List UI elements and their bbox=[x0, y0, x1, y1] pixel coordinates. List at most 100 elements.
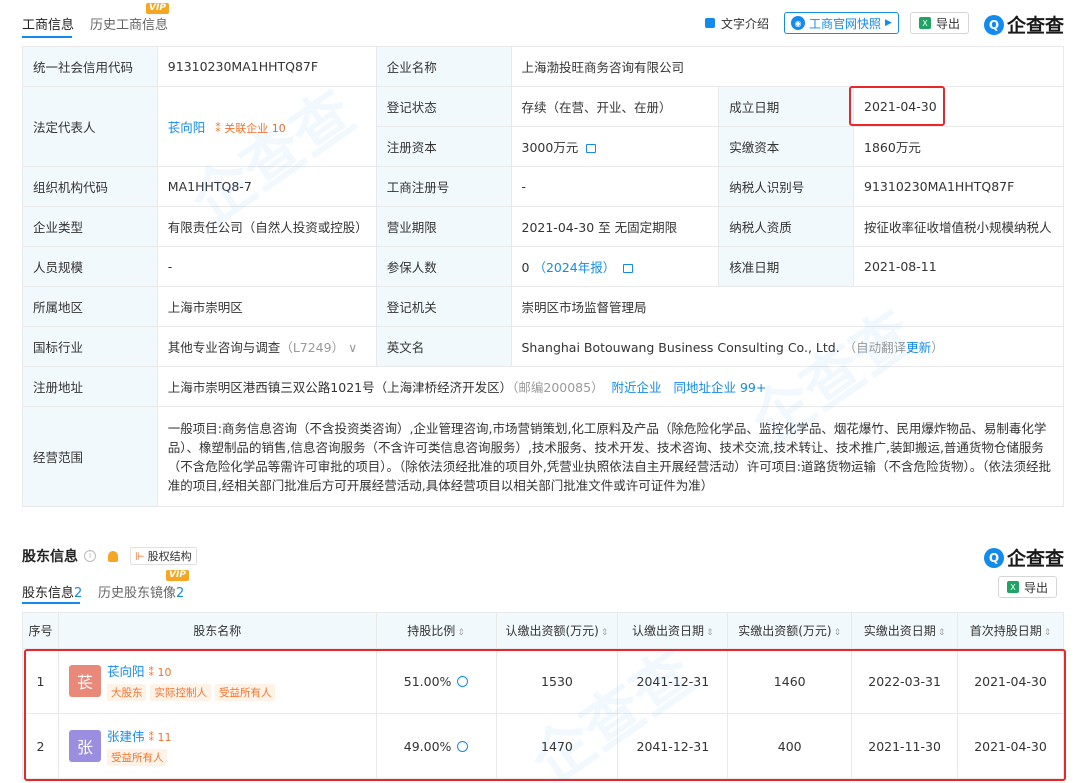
tab-business-info[interactable]: 工商信息 bbox=[22, 14, 74, 33]
sort-icon: ⇕ bbox=[833, 628, 842, 638]
shareholders-title: 股东信息 bbox=[22, 549, 78, 565]
insured-cell: 0 （2024年报） bbox=[510, 246, 720, 287]
sort-icon: ⇕ bbox=[457, 628, 465, 638]
text-intro-button[interactable]: 文字介绍 bbox=[705, 12, 769, 34]
col-subscribed-label: 认缴出资额(万元) bbox=[505, 624, 599, 638]
col-first-date-label: 首次持股日期 bbox=[969, 624, 1042, 638]
tab-history-business-info[interactable]: 历史工商信息 bbox=[90, 14, 168, 33]
reg-authority-label: 登记机关 bbox=[375, 286, 512, 327]
text-intro-label: 文字介绍 bbox=[721, 16, 770, 31]
table-header-row: 序号 股东名称 持股比例 ⇕ 认缴出资额(万元) ⇕ 认缴出资日期 ⇕ 实缴出资额(万… bbox=[22, 612, 1064, 649]
reg-authority-value: 崇明区市场监督管理局 bbox=[510, 286, 1064, 327]
col-paid-date-label: 实缴出资日期 bbox=[863, 624, 936, 638]
english-name-value: Shanghai Botouwang Business Consulting C… bbox=[521, 340, 840, 355]
info-icon[interactable]: i bbox=[84, 550, 96, 562]
export-button[interactable]: X 导出 bbox=[910, 12, 970, 34]
industry-cell[interactable]: 其他专业咨询与调查（L7249） ∨ bbox=[156, 326, 377, 367]
insured-value: 0 bbox=[521, 260, 530, 275]
qcc-logo-icon: Q bbox=[984, 547, 1004, 568]
related-icon: ⁑ bbox=[215, 122, 225, 135]
tab-shareholders-count: 2 bbox=[74, 586, 83, 601]
chevron-right-icon: ▶ bbox=[885, 18, 892, 28]
official-snapshot-button[interactable]: ◉ 工商官网快照 ▶ bbox=[784, 12, 899, 34]
biz-reg-no-value: - bbox=[510, 166, 720, 207]
excel-icon: X bbox=[919, 17, 931, 29]
tab-history-shareholders[interactable]: 历史股东镜像2 bbox=[98, 582, 184, 601]
qcc-logo-text: 企查查 bbox=[1007, 548, 1065, 570]
official-snapshot-label: 工商官网快照 bbox=[809, 16, 882, 31]
equity-structure-label: 股权结构 bbox=[147, 550, 192, 563]
legal-rep-link[interactable]: 苌向阳 bbox=[168, 120, 206, 135]
english-name-note: （自动翻译 bbox=[843, 340, 907, 355]
active-subtab-indicator bbox=[22, 602, 80, 604]
taxpayer-id-label: 纳税人识别号 bbox=[718, 166, 855, 207]
nearby-companies-link[interactable]: 附近企业 bbox=[612, 380, 662, 395]
col-subscribed-date-label: 认缴出资日期 bbox=[632, 624, 705, 638]
sort-icon: ⇕ bbox=[1043, 628, 1052, 638]
chart-icon[interactable] bbox=[586, 144, 597, 153]
sort-icon: ⇕ bbox=[937, 628, 946, 638]
qcc-logo: Q 企查查 bbox=[984, 11, 1064, 38]
credit-code-value: 91310230MA1HHTQ87F bbox=[156, 46, 377, 87]
reg-capital-cell: 3000万元 bbox=[510, 126, 720, 167]
col-name: 股东名称 bbox=[57, 612, 377, 649]
tab-history-count: 2 bbox=[176, 586, 185, 601]
top-bar: 工商信息 历史工商信息 VIP 文字介绍 ◉ 工商官网快照 ▶ X 导出 Q 企… bbox=[0, 0, 1080, 40]
document-icon bbox=[705, 18, 715, 28]
shareholders-section-title: 股东信息 i ⊩ 股权结构 bbox=[22, 546, 197, 566]
legal-rep-cell: 苌向阳 ⁑ 关联企业 10 bbox=[156, 86, 377, 167]
taxpayer-id-value: 91310230MA1HHTQ87F bbox=[853, 166, 1064, 207]
approval-date-label: 核准日期 bbox=[718, 246, 855, 287]
found-date-label: 成立日期 bbox=[718, 86, 855, 127]
biz-term-value: 2021-04-30 至 无固定期限 bbox=[510, 206, 720, 247]
excel-icon: X bbox=[1007, 581, 1019, 593]
equity-structure-button[interactable]: ⊩ 股权结构 bbox=[130, 547, 197, 565]
col-paid-date[interactable]: 实缴出资日期 ⇕ bbox=[851, 612, 959, 649]
insured-year-link[interactable]: （2024年报） bbox=[533, 260, 615, 275]
chart-icon[interactable] bbox=[623, 264, 634, 273]
taxpayer-qual-label: 纳税人资质 bbox=[718, 206, 855, 247]
paid-capital-value: 1860万元 bbox=[853, 126, 1064, 167]
col-subscribed-date[interactable]: 认缴出资日期 ⇕ bbox=[617, 612, 729, 649]
address-cell: 上海市崇明区港西镇三双公路1021号（上海津桥经济开发区）（邮编200085） … bbox=[156, 366, 1065, 407]
highlight-found-date bbox=[849, 86, 945, 126]
bell-icon[interactable] bbox=[108, 550, 118, 562]
related-companies-link[interactable]: ⁑ 关联企业 10 bbox=[215, 122, 286, 135]
company-name-value: 上海渤投旺商务咨询有限公司 bbox=[510, 46, 1064, 87]
industry-label: 国标行业 bbox=[22, 326, 158, 367]
col-subscribed[interactable]: 认缴出资额(万元) ⇕ bbox=[495, 612, 619, 649]
reg-capital-value: 3000万元 bbox=[521, 140, 579, 155]
tab-shareholders[interactable]: 股东信息2 bbox=[22, 582, 82, 601]
industry-code: （L7249） bbox=[280, 340, 345, 355]
col-first-date[interactable]: 首次持股日期 ⇕ bbox=[957, 612, 1064, 649]
region-label: 所属地区 bbox=[22, 286, 158, 327]
approval-date-value: 2021-08-11 bbox=[853, 246, 1064, 287]
shareholders-export-button[interactable]: X 导出 bbox=[998, 576, 1058, 598]
scope-value: 一般项目:商务信息咨询（不含投资类咨询）,企业管理咨询,市场营销策划,化工原料及… bbox=[156, 406, 1065, 507]
col-ratio[interactable]: 持股比例 ⇕ bbox=[375, 612, 497, 649]
vip-badge: VIP bbox=[146, 3, 169, 14]
export-label: 导出 bbox=[936, 16, 961, 31]
region-value: 上海市崇明区 bbox=[156, 286, 377, 327]
qcc-logo-text: 企查查 bbox=[1007, 15, 1065, 37]
tab-history-label: 历史股东镜像 bbox=[98, 586, 177, 601]
reg-status-label: 登记状态 bbox=[375, 86, 512, 127]
scope-label: 经营范围 bbox=[22, 406, 158, 507]
sort-icon: ⇕ bbox=[706, 628, 714, 638]
address-value: 上海市崇明区港西镇三双公路1021号（上海津桥经济开发区） bbox=[167, 380, 513, 395]
biz-reg-no-label: 工商注册号 bbox=[375, 166, 512, 207]
export-label: 导出 bbox=[1024, 580, 1049, 595]
paid-capital-label: 实缴资本 bbox=[718, 126, 855, 167]
credit-code-label: 统一社会信用代码 bbox=[22, 46, 158, 87]
col-paid[interactable]: 实缴出资额(万元) ⇕ bbox=[727, 612, 853, 649]
sort-icon: ⇕ bbox=[600, 628, 609, 638]
col-ratio-label: 持股比例 bbox=[407, 624, 456, 638]
english-name-label: 英文名 bbox=[375, 326, 512, 367]
staff-size-label: 人员规模 bbox=[22, 246, 158, 287]
english-name-update-link[interactable]: 更新 bbox=[906, 340, 931, 355]
active-tab-indicator bbox=[22, 36, 72, 38]
biz-term-label: 营业期限 bbox=[375, 206, 512, 247]
postcode: （邮编200085） bbox=[512, 380, 604, 395]
same-address-link[interactable]: 同地址企业 99+ bbox=[673, 380, 766, 395]
equity-icon: ⊩ bbox=[135, 550, 145, 563]
